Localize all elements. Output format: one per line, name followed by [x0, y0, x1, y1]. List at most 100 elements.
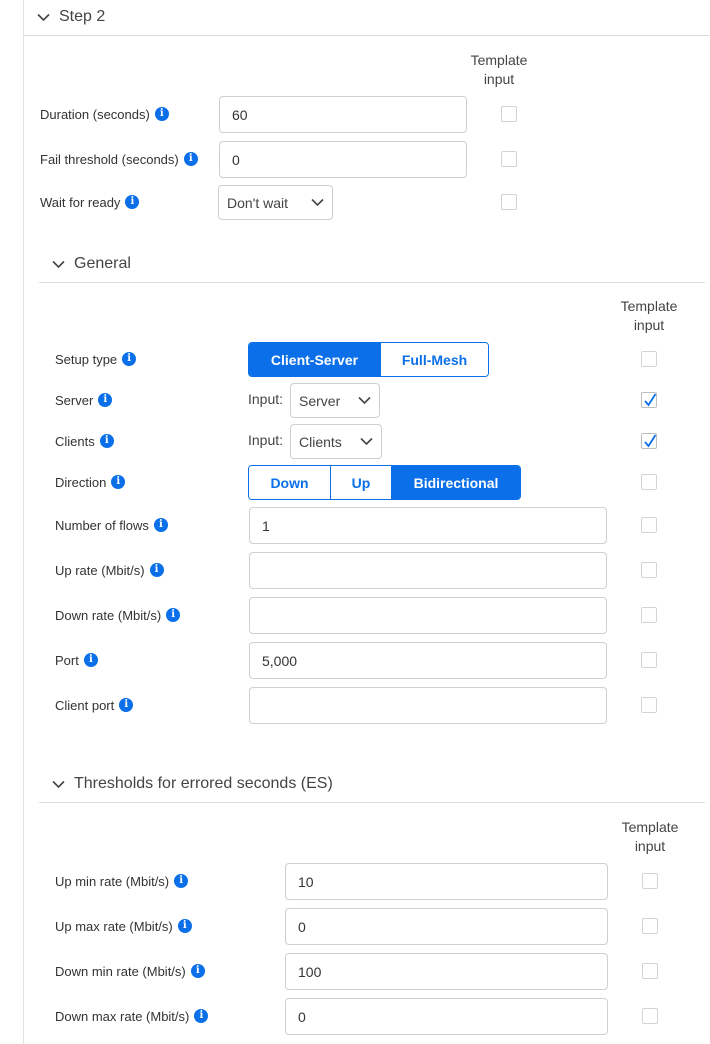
- clients-template-checkbox[interactable]: [641, 433, 657, 449]
- number-of-flows-template-checkbox[interactable]: [641, 517, 657, 533]
- up-max-rate-input[interactable]: [285, 908, 608, 945]
- info-icon[interactable]: i: [183, 152, 198, 166]
- down-max-rate-input[interactable]: [285, 998, 608, 1035]
- wait-for-ready-template-checkbox[interactable]: [501, 194, 517, 210]
- client-port-input[interactable]: [249, 687, 607, 724]
- info-icon[interactable]: i: [166, 608, 181, 622]
- duration-label-text: Duration (seconds): [40, 106, 150, 122]
- client-port-label: Client port i: [55, 697, 134, 713]
- thresholds-title: Thresholds for errored seconds (ES): [74, 775, 333, 792]
- setup-type-client-server-button[interactable]: Client-Server: [249, 343, 380, 376]
- down-min-rate-label: Down min rate (Mbit/s) i: [55, 963, 205, 979]
- duration-label: Duration (seconds) i: [40, 106, 169, 122]
- checkmark-icon: [644, 393, 657, 407]
- general-header[interactable]: General: [52, 253, 131, 275]
- info-icon[interactable]: i: [122, 352, 137, 366]
- server-value: Server: [299, 392, 341, 409]
- setup-type-label: Setup type i: [55, 351, 137, 367]
- duration-input[interactable]: [219, 96, 467, 133]
- info-icon[interactable]: i: [83, 653, 98, 667]
- template-input-header: Template input: [470, 52, 528, 87]
- up-rate-template-checkbox[interactable]: [641, 562, 657, 578]
- number-of-flows-input[interactable]: [249, 507, 607, 544]
- up-rate-label-text: Up rate (Mbit/s): [55, 562, 145, 578]
- server-input-prefix: Input:: [248, 391, 284, 407]
- server-label: Server i: [55, 392, 113, 408]
- step-2-title: Step 2: [59, 8, 106, 25]
- template-input-header: Template input: [620, 298, 678, 333]
- direction-down-button[interactable]: Down: [249, 466, 330, 499]
- info-icon[interactable]: i: [154, 107, 169, 121]
- info-icon[interactable]: i: [174, 874, 189, 888]
- info-icon[interactable]: i: [99, 434, 114, 448]
- direction-segmented: Down Up Bidirectional: [248, 465, 521, 500]
- direction-label-text: Direction: [55, 474, 107, 490]
- server-template-checkbox[interactable]: [641, 392, 657, 408]
- up-min-rate-template-checkbox[interactable]: [642, 873, 658, 889]
- direction-bidirectional-button[interactable]: Bidirectional: [391, 466, 520, 499]
- chevron-down-icon: [52, 780, 65, 788]
- step-2-header[interactable]: Step 2: [37, 6, 105, 28]
- wait-for-ready-select[interactable]: Don't wait: [218, 185, 333, 220]
- wait-for-ready-value: Don't wait: [227, 194, 289, 211]
- clients-label-text: Clients: [55, 433, 95, 449]
- up-max-rate-label-text: Up max rate (Mbit/s): [55, 918, 173, 934]
- up-rate-input[interactable]: [249, 552, 607, 589]
- clients-value: Clients: [299, 433, 342, 450]
- step-divider: [24, 35, 710, 36]
- info-icon[interactable]: i: [194, 1009, 209, 1023]
- down-rate-label-text: Down rate (Mbit/s): [55, 607, 162, 623]
- setup-type-full-mesh-button[interactable]: Full-Mesh: [380, 343, 488, 376]
- port-template-checkbox[interactable]: [641, 652, 657, 668]
- up-max-rate-template-checkbox[interactable]: [642, 918, 658, 934]
- info-icon[interactable]: i: [149, 563, 164, 577]
- wait-for-ready-label-text: Wait for ready: [40, 194, 121, 210]
- up-min-rate-input[interactable]: [285, 863, 608, 900]
- fail-threshold-input[interactable]: [219, 141, 467, 178]
- number-of-flows-label: Number of flows i: [55, 517, 168, 533]
- up-min-rate-label-text: Up min rate (Mbit/s): [55, 873, 170, 889]
- down-min-rate-template-checkbox[interactable]: [642, 963, 658, 979]
- down-max-rate-template-checkbox[interactable]: [642, 1008, 658, 1024]
- down-rate-template-checkbox[interactable]: [641, 607, 657, 623]
- info-icon[interactable]: i: [177, 919, 192, 933]
- fail-threshold-template-checkbox[interactable]: [501, 151, 517, 167]
- down-min-rate-input[interactable]: [285, 953, 608, 990]
- info-icon[interactable]: i: [111, 475, 126, 489]
- thresholds-header[interactable]: Thresholds for errored seconds (ES): [52, 773, 333, 795]
- duration-template-checkbox[interactable]: [501, 106, 517, 122]
- direction-up-button[interactable]: Up: [330, 466, 391, 499]
- setup-type-label-text: Setup type: [55, 351, 118, 367]
- up-rate-label: Up rate (Mbit/s) i: [55, 562, 164, 578]
- chevron-down-icon: [37, 13, 50, 21]
- info-icon[interactable]: i: [98, 393, 113, 407]
- port-input[interactable]: [249, 642, 607, 679]
- server-select[interactable]: Server: [290, 383, 380, 418]
- chevron-down-icon: [360, 437, 373, 446]
- info-icon[interactable]: i: [153, 518, 168, 532]
- up-min-rate-label: Up min rate (Mbit/s) i: [55, 873, 189, 889]
- down-max-rate-label-text: Down max rate (Mbit/s): [55, 1008, 190, 1024]
- wait-for-ready-label: Wait for ready i: [40, 194, 140, 210]
- direction-template-checkbox[interactable]: [641, 474, 657, 490]
- setup-type-template-checkbox[interactable]: [641, 351, 657, 367]
- port-label-text: Port: [55, 652, 79, 668]
- chevron-down-icon: [311, 198, 324, 207]
- down-max-rate-label: Down max rate (Mbit/s) i: [55, 1008, 209, 1024]
- setup-type-segmented: Client-Server Full-Mesh: [248, 342, 489, 377]
- template-input-header: Template input: [621, 819, 679, 854]
- info-icon[interactable]: i: [190, 964, 205, 978]
- number-of-flows-label-text: Number of flows: [55, 517, 149, 533]
- down-min-rate-label-text: Down min rate (Mbit/s): [55, 963, 186, 979]
- clients-select[interactable]: Clients: [290, 424, 382, 459]
- chevron-down-icon: [52, 260, 65, 268]
- direction-label: Direction i: [55, 474, 126, 490]
- down-rate-input[interactable]: [249, 597, 607, 634]
- client-port-template-checkbox[interactable]: [641, 697, 657, 713]
- port-label: Port i: [55, 652, 98, 668]
- checkmark-icon: [644, 434, 657, 448]
- clients-input-prefix: Input:: [248, 432, 284, 448]
- chevron-down-icon: [358, 396, 371, 405]
- info-icon[interactable]: i: [125, 195, 140, 209]
- info-icon[interactable]: i: [119, 698, 134, 712]
